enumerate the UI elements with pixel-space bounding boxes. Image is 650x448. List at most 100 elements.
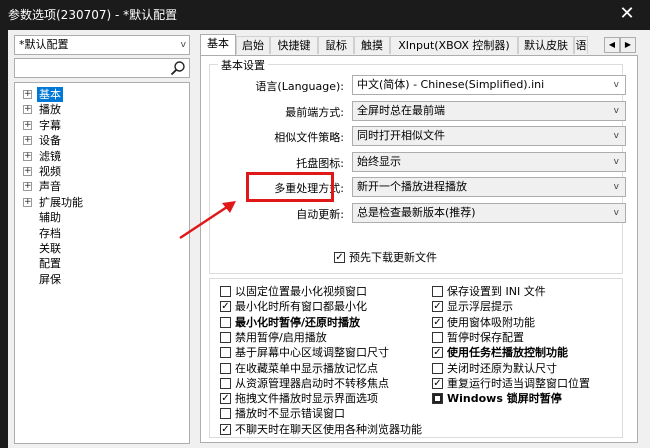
expand-icon[interactable]: + — [23, 182, 32, 192]
chevron-down-icon: v — [180, 40, 186, 50]
settings-panel: 基本设置 语言(Language): 中文(简体) - Chinese(Simpl… — [200, 55, 638, 443]
checkbox-label: 预先下载更新文件 — [349, 251, 437, 264]
checkbox-label: 从资源管理器启动时不转移焦点 — [235, 376, 389, 390]
setting-combo[interactable]: 新开一个播放进程播放 v — [352, 177, 626, 197]
search-input[interactable] — [14, 58, 190, 78]
tree-item-label: 字幕 — [39, 118, 61, 132]
checkbox-label: 基于屏幕中心区域调整窗口尺寸 — [235, 346, 389, 360]
tab[interactable]: 鼠标 — [318, 36, 354, 54]
tab[interactable]: 快捷键 — [270, 36, 318, 54]
title-bar: 参数选项(230707) - *默认配置 ✕ — [0, 0, 650, 30]
combo-value: 全屏时总在最前端 — [357, 103, 445, 117]
checkbox-box — [220, 408, 231, 420]
group-title: 基本设置 — [218, 57, 268, 73]
expand-icon[interactable]: + — [23, 120, 32, 130]
checkbox-label: Windows 锁屏时暂停 — [447, 392, 562, 406]
tab[interactable]: 启始 — [236, 36, 270, 54]
chevron-down-icon: v — [613, 105, 619, 116]
tree-item-label: 设备 — [39, 134, 61, 148]
checkbox-box: ✓ — [432, 347, 443, 359]
checkbox-box — [220, 286, 231, 297]
tree-item-label: 配置 — [39, 257, 61, 271]
checkbox-box: ✓ — [220, 423, 231, 435]
checkbox-box: ✓ — [432, 377, 443, 389]
checkbox-box — [220, 316, 231, 328]
checkbox-label: 播放时不显示错误窗口 — [235, 407, 345, 421]
tree-item-label: 辅助 — [39, 211, 61, 225]
tree-item-label: 扩展功能 — [39, 195, 83, 209]
setting-label: 托盘图标: — [296, 156, 344, 170]
checkbox-label: 重复运行时适当调整窗口位置 — [447, 376, 590, 390]
search-icon[interactable] — [170, 60, 186, 76]
expand-icon[interactable]: + — [23, 105, 32, 115]
checkbox-box: ✓ — [334, 252, 345, 263]
checkbox-box: ✓ — [220, 301, 231, 313]
dialog-client: *默认配置 v + 基本 + 播放 + 字幕 + 设备 + 滤镜 + 视频 + 声音 + 扩展功能 辅助 存档 关联… — [8, 30, 650, 448]
setting-label: 语言(Language): — [255, 80, 344, 93]
expand-icon[interactable]: + — [23, 197, 32, 207]
checkbox-box — [432, 286, 443, 297]
combo-value: 新开一个播放进程播放 — [357, 180, 467, 193]
close-icon[interactable]: ✕ — [604, 0, 650, 30]
checkbox-box — [432, 393, 443, 405]
setting-combo[interactable]: 全屏时总在最前端 v — [352, 100, 626, 121]
setting-label: 自动更新: — [296, 207, 344, 221]
checkbox-label: 保存设置到 INI 文件 — [447, 285, 546, 298]
expand-icon[interactable]: + — [23, 167, 32, 176]
checkbox-box: ✓ — [432, 301, 443, 313]
combo-value: 总是检查最新版本(推荐) — [357, 205, 476, 219]
tree-item-label: 存档 — [39, 226, 61, 240]
tree-item-label: 声音 — [39, 180, 61, 194]
basic-settings-group: 基本设置 语言(Language): 中文(简体) - Chinese(Simpl… — [209, 57, 626, 274]
tree-item-label: 滤镜 — [39, 149, 61, 163]
checkbox-label: 拖拽文件播放时显示界面选项 — [235, 392, 378, 406]
tab[interactable]: 触摸 — [354, 36, 390, 54]
checkbox-label: 禁用暂停/启用播放 — [235, 330, 327, 344]
tab-scroll-left-icon[interactable]: ◀ — [604, 37, 620, 53]
checkbox-box — [432, 362, 443, 374]
tab[interactable]: 默认皮肤 — [518, 36, 574, 54]
checkbox-box — [220, 331, 231, 343]
chevron-down-icon: v — [613, 80, 619, 90]
tab[interactable]: XInput(XBOX 控制器) — [390, 36, 518, 54]
setting-combo[interactable]: 始终显示 v — [352, 151, 626, 172]
checkbox-box: ✓ — [220, 393, 231, 405]
checkbox-label: 关闭时还原为默认尺寸 — [447, 361, 557, 375]
checkbox-box — [432, 331, 443, 343]
tab[interactable]: 语 — [574, 36, 588, 54]
chevron-down-icon: v — [613, 207, 619, 218]
tab[interactable]: 基本 — [200, 34, 236, 56]
expand-icon[interactable]: + — [23, 151, 32, 161]
setting-label: 最前端方式: — [285, 105, 344, 119]
tree-item-label: 基本 — [37, 87, 63, 102]
tree-item-label: 屏保 — [39, 272, 61, 286]
chevron-down-icon: v — [613, 182, 619, 192]
checkbox-label: 显示浮层提示 — [447, 300, 513, 314]
checkbox-label: 使用任务栏播放控制功能 — [447, 346, 568, 360]
window-title: 参数选项(230707) - *默认配置 — [8, 8, 178, 22]
checkbox-label: 在收藏菜单中显示播放记忆点 — [235, 361, 378, 375]
chevron-down-icon: v — [613, 156, 619, 167]
setting-combo[interactable]: 中文(简体) - Chinese(Simplified).ini v — [352, 75, 626, 95]
tab-strip: 基本 启始 快捷键 鼠标 触摸 XInput(XBOX 控制器) 默认皮肤语 ◀ ▶ — [200, 34, 638, 56]
setting-label: 相似文件策略: — [274, 131, 344, 144]
tab-scroll-right-icon[interactable]: ▶ — [620, 37, 636, 53]
tree-item-label: 播放 — [39, 103, 61, 117]
checkbox-label: 以固定位置最小化视频窗口 — [235, 285, 367, 298]
setting-combo[interactable]: 同时打开相似文件 v — [352, 126, 626, 146]
expand-icon[interactable]: + — [23, 90, 32, 99]
checkbox-label: 使用窗体吸附功能 — [447, 315, 535, 329]
category-tree[interactable]: + 基本 + 播放 + 字幕 + 设备 + 滤镜 + 视频 + 声音 + 扩展功能 辅助 存档 关联 配置 屏保 — [14, 82, 190, 444]
combo-value: 中文(简体) - Chinese(Simplified).ini — [357, 78, 545, 91]
checkbox-box: ✓ — [432, 316, 443, 328]
annotation-highlight-box — [246, 172, 334, 202]
tree-item-label: 关联 — [39, 242, 61, 255]
combo-value: 同时打开相似文件 — [357, 129, 445, 142]
profile-value: *默认配置 — [19, 38, 69, 51]
profile-select[interactable]: *默认配置 v — [14, 35, 190, 55]
expand-icon[interactable]: + — [23, 136, 32, 146]
checkbox-label: 最小化时所有窗口都最小化 — [235, 300, 367, 314]
setting-combo[interactable]: 总是检查最新版本(推荐) v — [352, 202, 626, 223]
chevron-down-icon: v — [613, 131, 619, 141]
checkbox-box — [220, 377, 231, 389]
